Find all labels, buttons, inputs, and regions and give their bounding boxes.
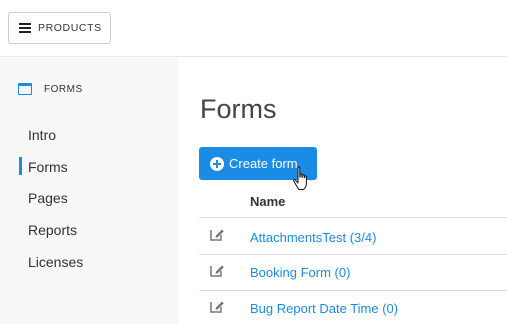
- create-form-label: Create form: [229, 156, 298, 171]
- sidebar-header: FORMS: [18, 83, 83, 95]
- hamburger-icon: [19, 23, 31, 33]
- sidebar-item-intro[interactable]: Intro: [28, 127, 56, 143]
- active-indicator: [19, 157, 22, 175]
- edit-icon[interactable]: [209, 226, 225, 242]
- hand-pointer-icon: [293, 166, 307, 190]
- edit-icon[interactable]: [209, 298, 225, 314]
- table-divider: [199, 217, 507, 218]
- plus-circle-icon: [210, 156, 224, 171]
- page-title: Forms: [200, 94, 277, 124]
- sidebar-item-licenses[interactable]: Licenses: [28, 254, 83, 270]
- sidebar-item-pages[interactable]: Pages: [28, 190, 68, 206]
- products-menu-button[interactable]: PRODUCTS: [8, 12, 111, 44]
- form-link-attachmentstest[interactable]: AttachmentsTest (3/4): [250, 230, 376, 245]
- edit-icon[interactable]: [209, 262, 225, 278]
- sidebar-item-forms[interactable]: Forms: [28, 159, 68, 175]
- window-icon: [18, 83, 32, 95]
- sidebar: FORMS Intro Forms Pages Reports Licenses: [0, 58, 178, 324]
- sidebar-item-reports[interactable]: Reports: [28, 222, 77, 238]
- form-link-bug-report-date-time[interactable]: Bug Report Date Time (0): [250, 301, 398, 316]
- products-button-label: PRODUCTS: [38, 22, 102, 34]
- sidebar-section-title: FORMS: [44, 83, 83, 95]
- table-divider: [199, 254, 507, 255]
- table-divider: [199, 290, 507, 291]
- top-bar: PRODUCTS: [0, 0, 507, 57]
- form-link-booking-form[interactable]: Booking Form (0): [250, 265, 350, 280]
- column-header-name: Name: [250, 194, 286, 209]
